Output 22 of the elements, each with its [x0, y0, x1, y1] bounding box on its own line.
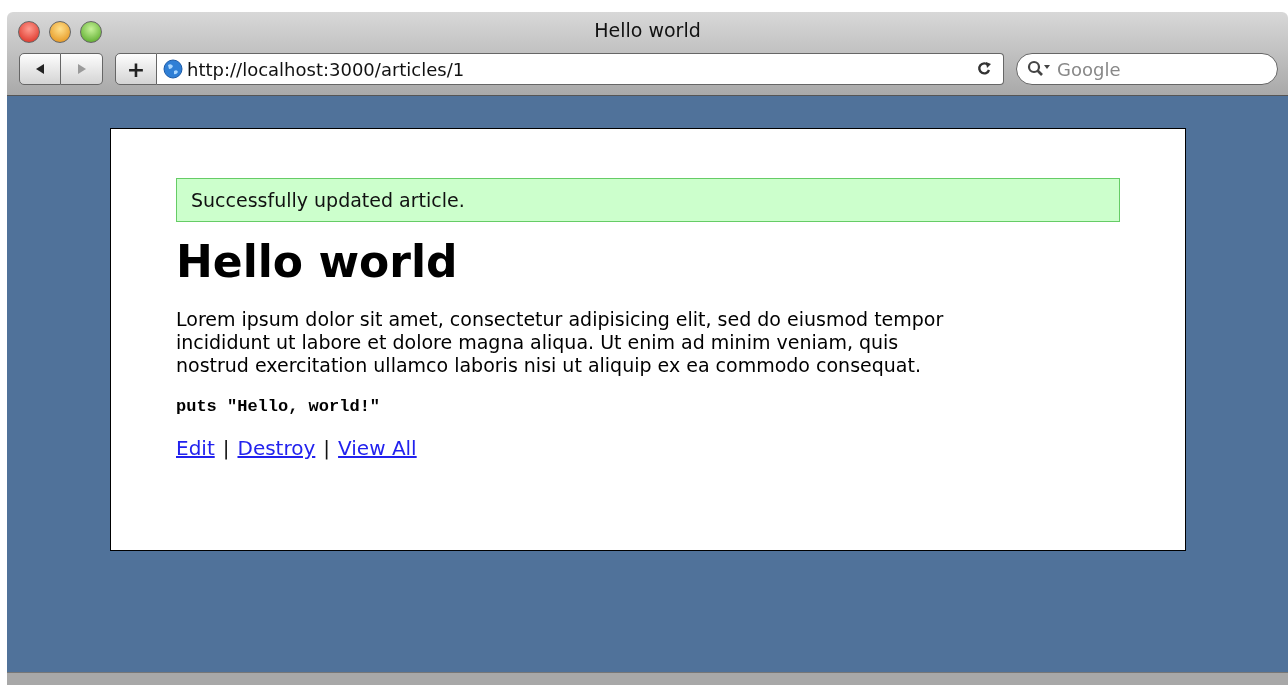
search-icon — [1027, 60, 1053, 78]
link-separator: | — [323, 436, 331, 461]
action-link[interactable]: View All — [338, 436, 417, 461]
success-notice: Successfully updated article. — [176, 178, 1120, 222]
action-link[interactable]: Edit — [176, 436, 215, 461]
globe-icon — [163, 59, 183, 79]
minimize-button[interactable] — [49, 21, 71, 43]
window-title: Hello world — [594, 19, 701, 41]
search-field[interactable]: Google — [1016, 53, 1278, 85]
article-title: Hello world — [176, 238, 459, 287]
back-button[interactable] — [19, 53, 61, 85]
address-field[interactable]: http://localhost:3000/articles/1 — [157, 53, 1004, 85]
right-triangle-icon — [75, 63, 88, 75]
code-snippet: puts "Hello, world!" — [176, 397, 382, 417]
left-triangle-icon — [34, 63, 46, 75]
add-bookmark-button[interactable]: + — [115, 53, 157, 85]
close-button[interactable] — [18, 21, 40, 43]
link-separator: | — [222, 436, 230, 461]
zoom-button[interactable] — [80, 21, 102, 43]
reload-icon[interactable] — [977, 61, 993, 77]
article-body: Lorem ipsum dolor sit amet, consectetur adipisicing elit, sed do eiusmod tempor incididunt ut labore et dolore magna aliqua. Ut enim ad minim veniam, quis nostrud exercitation ullamco laboris nisi ut aliquip ex ea commodo consequat. — [176, 308, 945, 378]
action-link[interactable]: Destroy — [237, 436, 316, 461]
